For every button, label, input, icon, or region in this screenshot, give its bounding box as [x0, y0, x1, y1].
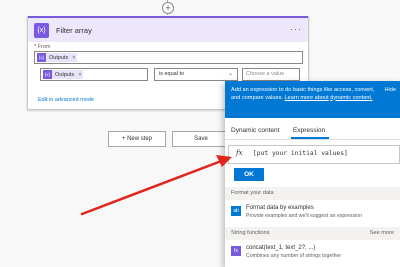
- token-label: Outputs: [49, 54, 69, 61]
- learn-more-link[interactable]: Learn more about: [285, 95, 329, 101]
- expression-panel: Add an expression to do basic things lik…: [225, 81, 400, 267]
- token-variable-icon: {x}: [37, 53, 46, 62]
- chevron-down-icon: ⌄: [227, 71, 233, 77]
- choose-value-input[interactable]: Choose a value: [242, 68, 300, 81]
- tab-expression[interactable]: Expression: [293, 127, 325, 134]
- operator-value: is equal to: [159, 71, 185, 77]
- section-format-data: Format your data: [225, 187, 400, 200]
- expression-input[interactable]: [put your initial values]: [253, 150, 348, 157]
- more-options-icon[interactable]: ···: [290, 24, 302, 34]
- format-data-icon: ab: [231, 206, 241, 216]
- save-button[interactable]: Save: [172, 131, 230, 147]
- operator-select[interactable]: is equal to ⌄: [154, 68, 238, 81]
- from-field[interactable]: {x} Outputs ×: [34, 51, 303, 64]
- from-label-text: From: [37, 44, 51, 50]
- ok-button[interactable]: OK: [234, 168, 264, 181]
- new-step-button[interactable]: + New step: [108, 131, 166, 147]
- see-more-link[interactable]: See more: [370, 230, 394, 236]
- function-description: Combines any number of strings together: [246, 253, 342, 259]
- from-label: * From: [34, 44, 51, 50]
- add-step-icon[interactable]: +: [162, 2, 174, 14]
- section-label: String functions: [231, 230, 270, 236]
- function-title: concat(text_1, text_2?, ...): [246, 245, 316, 251]
- dynamic-content-link[interactable]: dynamic content.: [330, 95, 372, 101]
- section-label: Format your data: [231, 190, 274, 196]
- remove-token-icon[interactable]: ×: [78, 72, 81, 78]
- from-token[interactable]: {x} Outputs ×: [37, 53, 78, 62]
- function-title: Format data by examples: [246, 205, 314, 211]
- expression-input-box[interactable]: fx [put your initial values]: [228, 145, 400, 164]
- arrow-shaft: [80, 158, 226, 216]
- token-label: Outputs: [55, 71, 75, 78]
- condition-value-field[interactable]: {x} Outputs ×: [40, 68, 148, 81]
- required-marker: *: [34, 44, 37, 50]
- active-tab-indicator: [291, 137, 329, 139]
- choose-value-placeholder: Choose a value: [246, 71, 285, 77]
- card-title: Filter array: [56, 25, 92, 35]
- function-fx-icon: fx: [231, 246, 241, 256]
- card-header[interactable]: {x} Filter array ···: [28, 16, 308, 42]
- fx-icon: fx: [236, 149, 243, 157]
- hide-link[interactable]: Hide: [384, 87, 396, 93]
- function-item-concat[interactable]: fx concat(text_1, text_2?, ...) Combines…: [231, 243, 396, 263]
- function-description: Provide examples and we'll suggest an ex…: [246, 213, 363, 219]
- panel-tabs: Dynamic content Expression: [225, 125, 400, 140]
- variable-icon: {x}: [34, 22, 49, 38]
- function-item-format-by-examples[interactable]: ab Format data by examples Provide examp…: [231, 203, 396, 223]
- token-variable-icon: {x}: [43, 70, 52, 79]
- info-text: Add an expression to do basic things lik…: [231, 87, 381, 102]
- value-token[interactable]: {x} Outputs ×: [43, 70, 84, 79]
- edit-advanced-mode-link[interactable]: Edit in advanced mode: [38, 97, 94, 103]
- info-banner: Add an expression to do basic things lik…: [225, 81, 400, 118]
- tab-dynamic-content[interactable]: Dynamic content: [231, 127, 279, 134]
- section-string-functions: String functions See more: [225, 227, 400, 240]
- remove-token-icon[interactable]: ×: [72, 55, 75, 61]
